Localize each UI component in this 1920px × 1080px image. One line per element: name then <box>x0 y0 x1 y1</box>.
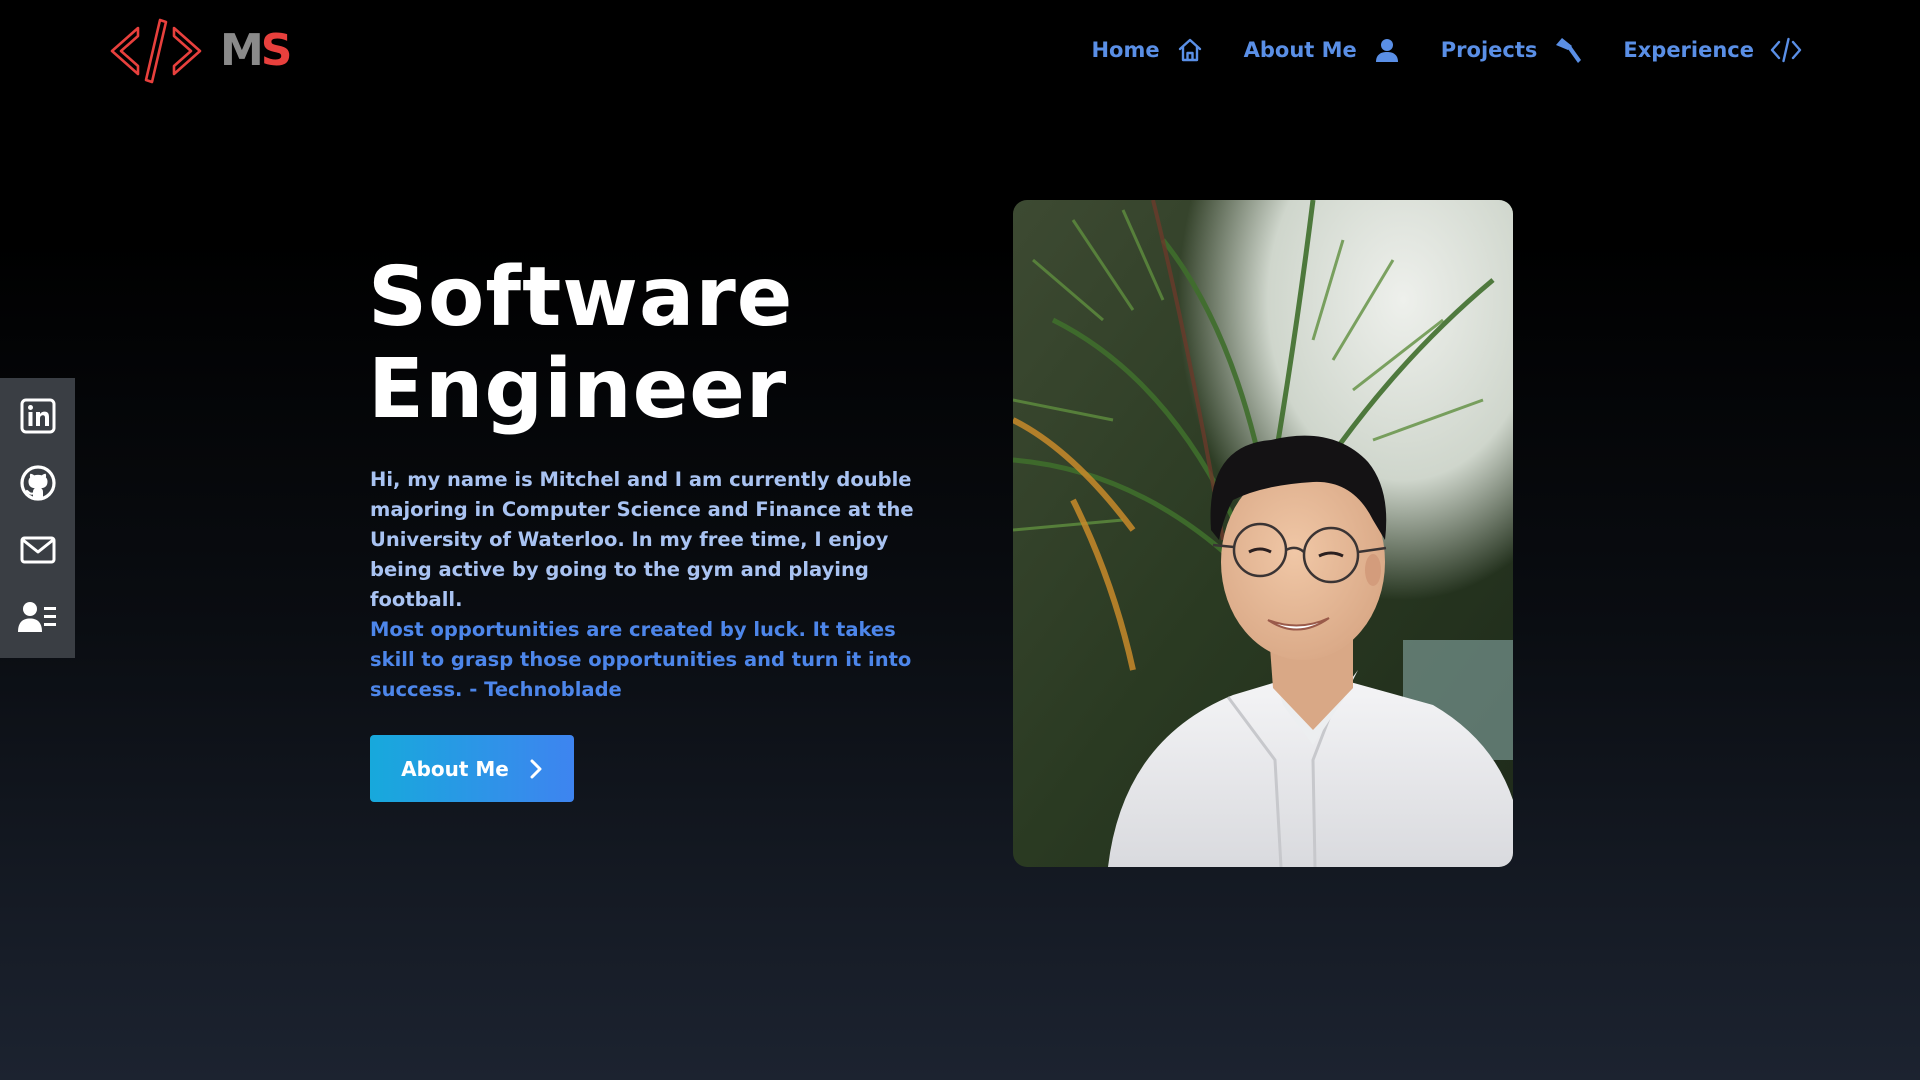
linkedin-icon <box>20 398 56 438</box>
logo-initials: MS <box>220 29 292 73</box>
chevron-right-icon <box>529 758 543 780</box>
nav-item-home[interactable]: Home <box>1091 36 1203 64</box>
main-nav: Home About Me Projects Experience <box>1091 28 1802 72</box>
about-me-button-label: About Me <box>401 756 509 781</box>
nav-item-projects[interactable]: Projects <box>1441 35 1584 65</box>
mail-icon <box>20 535 56 569</box>
intro-text: Hi, my name is Mitchel and I am currentl… <box>370 468 914 611</box>
nav-item-label: Experience <box>1623 38 1754 62</box>
hammer-icon <box>1553 35 1583 65</box>
logo[interactable]: MS <box>108 18 292 84</box>
quote-text: Most opportunities are created by luck. … <box>370 618 912 701</box>
linkedin-link[interactable] <box>18 398 58 438</box>
logo-initial-m: M <box>220 25 264 76</box>
github-icon <box>19 464 57 506</box>
email-link[interactable] <box>18 532 58 572</box>
nav-item-experience[interactable]: Experience <box>1623 36 1802 64</box>
about-me-button[interactable]: About Me <box>370 735 574 802</box>
portrait-photo <box>1013 200 1513 867</box>
title-line-2: Engineer <box>368 342 788 437</box>
code-brackets-icon <box>108 18 204 84</box>
code-icon <box>1770 36 1802 64</box>
nav-item-label: Home <box>1091 38 1160 62</box>
home-icon <box>1176 36 1204 64</box>
user-icon <box>1373 36 1401 64</box>
page-title: Software Engineer <box>368 252 793 436</box>
resume-icon <box>17 600 58 638</box>
title-line-1: Software <box>368 250 794 345</box>
social-sidebar <box>0 378 75 658</box>
resume-link[interactable] <box>17 599 58 639</box>
logo-initial-s: S <box>260 25 293 76</box>
nav-item-label: About Me <box>1243 38 1357 62</box>
nav-item-label: Projects <box>1440 38 1538 62</box>
nav-item-about-me[interactable]: About Me <box>1244 36 1401 64</box>
github-link[interactable] <box>18 464 58 506</box>
